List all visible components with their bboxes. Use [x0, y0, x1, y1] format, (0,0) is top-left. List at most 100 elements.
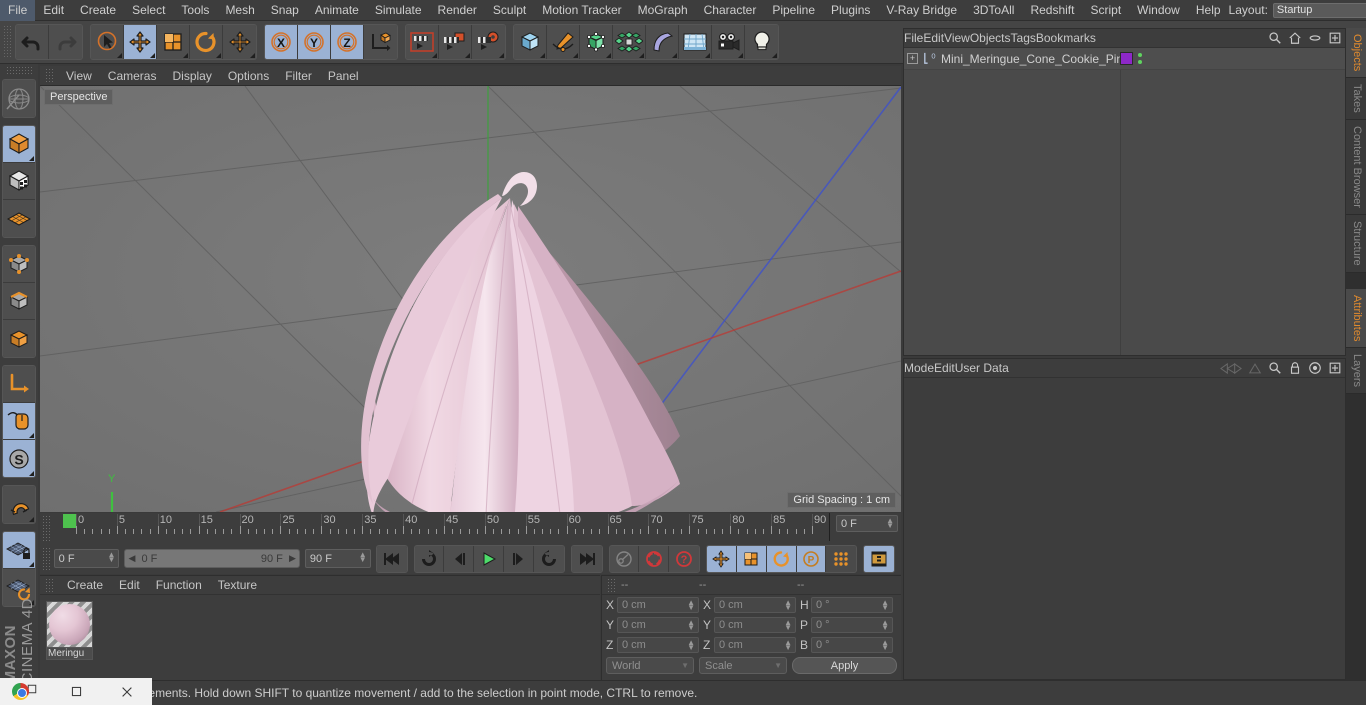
attribute-menu-edit[interactable]: Edit — [934, 361, 955, 375]
soft-selection-icon[interactable]: S — [3, 440, 35, 477]
key-param-icon[interactable]: P — [796, 545, 827, 572]
material-menu-edit[interactable]: Edit — [111, 576, 148, 595]
tab-layers[interactable]: Layers — [1346, 348, 1366, 395]
bend-deformer-icon[interactable] — [646, 25, 679, 59]
viewport-canvas[interactable]: Y Z X Perspective Grid Spacing : 1 cm — [40, 86, 901, 512]
object-menu-edit[interactable]: Edit — [923, 31, 944, 45]
x-axis-icon[interactable]: X — [265, 25, 298, 59]
camera-icon[interactable] — [712, 25, 745, 59]
viewport-menu-filter[interactable]: Filter — [277, 66, 320, 86]
menu-item-file[interactable]: File — [0, 0, 36, 21]
step-forward-icon[interactable] — [504, 545, 534, 572]
play-icon[interactable] — [474, 545, 505, 572]
make-editable-globe-icon[interactable] — [3, 80, 35, 117]
menu-item-redshift[interactable]: Redshift — [1022, 0, 1082, 21]
render-picture-viewer-icon[interactable] — [439, 25, 472, 59]
close-icon[interactable] — [101, 685, 152, 699]
undo-icon[interactable] — [16, 25, 49, 59]
coord-field-rotation-h[interactable]: 0 ° ▲ ▼ — [811, 597, 893, 613]
menu-item-script[interactable]: Script — [1082, 0, 1129, 21]
menu-item-v-ray-bridge[interactable]: V-Ray Bridge — [878, 0, 965, 21]
select-cursor-icon[interactable] — [91, 25, 124, 59]
left-toolbar-grip[interactable] — [6, 66, 32, 76]
spinner-icon[interactable]: ▲ ▼ — [687, 639, 695, 652]
material-item[interactable]: Meringu — [46, 601, 93, 660]
viewport-menu-display[interactable]: Display — [164, 66, 219, 86]
y-axis-icon[interactable]: Y — [298, 25, 331, 59]
menu-item-help[interactable]: Help — [1188, 0, 1229, 21]
attribute-menu-user-data[interactable]: User Data — [955, 361, 1009, 375]
spinner-icon[interactable]: ▲ ▼ — [881, 599, 889, 612]
lock-icon[interactable] — [1288, 361, 1302, 375]
restore-icon[interactable] — [51, 685, 102, 698]
viewport-menu-panel[interactable]: Panel — [320, 66, 367, 86]
layer-dots-icon[interactable] — [1138, 53, 1142, 64]
texture-mode-icon[interactable] — [3, 163, 35, 200]
coord-field-position-x[interactable]: 0 cm ▲ ▼ — [617, 597, 699, 613]
autokeying-icon[interactable]: ? — [669, 545, 700, 572]
material-menu-texture[interactable]: Texture — [210, 576, 265, 595]
coord-field-position-y[interactable]: 0 cm ▲ ▼ — [617, 617, 699, 633]
key-position-icon[interactable] — [707, 545, 737, 572]
range-end-arrow-icon[interactable]: ▶ — [289, 553, 296, 564]
menu-item-3dtoall[interactable]: 3DToAll — [965, 0, 1022, 21]
menu-item-render[interactable]: Render — [430, 0, 485, 21]
expand-icon[interactable] — [1328, 31, 1342, 45]
attribute-menu-mode[interactable]: Mode — [904, 361, 934, 375]
menu-item-simulate[interactable]: Simulate — [367, 0, 430, 21]
step-back-icon[interactable] — [444, 545, 475, 572]
current-frame-field[interactable]: 0 F ▲ ▼ — [53, 549, 120, 568]
magnet-icon[interactable] — [3, 486, 35, 523]
timeline-frame-field[interactable]: 0 F ▲ ▼ — [836, 515, 898, 532]
object-menu-tags[interactable]: Tags — [1011, 31, 1036, 45]
menu-item-tools[interactable]: Tools — [173, 0, 217, 21]
spinner-icon[interactable]: ▲ ▼ — [687, 599, 695, 612]
material-menu-create[interactable]: Create — [59, 576, 111, 595]
coord-field-size-z[interactable]: 0 cm ▲ ▼ — [714, 637, 796, 653]
key-pla-icon[interactable] — [826, 545, 857, 572]
attribute-content[interactable] — [904, 378, 1345, 679]
spinner-icon[interactable]: ▲ ▼ — [108, 551, 116, 564]
material-list[interactable]: Meringu — [40, 595, 600, 680]
array-icon[interactable] — [613, 25, 646, 59]
menu-item-window[interactable]: Window — [1129, 0, 1188, 21]
menu-item-pipeline[interactable]: Pipeline — [764, 0, 823, 21]
timeline-ruler[interactable]: 0 5 10 15 20 25 30 35 40 45 50 55 60 65 70 75 80 85 90 — [54, 513, 830, 541]
render-view-icon[interactable] — [406, 25, 439, 59]
expand-toggle-icon[interactable]: + — [907, 53, 918, 64]
menu-item-sculpt[interactable]: Sculpt — [485, 0, 534, 21]
tab-attributes[interactable]: Attributes — [1346, 288, 1366, 349]
key-scale-icon[interactable] — [736, 545, 767, 572]
next-keyframe-icon[interactable] — [533, 545, 564, 572]
back-nav-icon[interactable] — [1220, 362, 1242, 375]
menu-item-mesh[interactable]: Mesh — [217, 0, 262, 21]
spinner-icon[interactable]: ▲ ▼ — [784, 639, 792, 652]
viewport-menu-options[interactable]: Options — [220, 66, 277, 86]
menu-item-mograph[interactable]: MoGraph — [630, 0, 696, 21]
object-tree[interactable]: + 0 Mini_Meringue_Cone_Cookie_Pink — [904, 48, 1345, 355]
object-menu-file[interactable]: File — [904, 31, 923, 45]
expand-icon[interactable] — [1328, 361, 1342, 375]
move-icon[interactable] — [124, 25, 157, 59]
spline-pen-icon[interactable] — [547, 25, 580, 59]
menu-item-animate[interactable]: Animate — [307, 0, 367, 21]
spinner-icon[interactable]: ▲ ▼ — [687, 619, 695, 632]
forward-nav-icon[interactable] — [1248, 362, 1262, 375]
coord-field-rotation-b[interactable]: 0 ° ▲ ▼ — [811, 637, 893, 653]
object-menu-view[interactable]: View — [944, 31, 970, 45]
coordinates-grip[interactable] — [607, 578, 616, 592]
spinner-icon[interactable]: ▲ ▼ — [881, 619, 889, 632]
menu-item-select[interactable]: Select — [124, 0, 173, 21]
go-to-end-icon[interactable] — [571, 545, 602, 572]
coord-field-position-z[interactable]: 0 cm ▲ ▼ — [617, 637, 699, 653]
go-to-start-icon[interactable] — [376, 545, 407, 572]
tab-takes[interactable]: Takes — [1346, 78, 1366, 121]
search-icon[interactable] — [1268, 361, 1282, 375]
spinner-icon[interactable]: ▲ ▼ — [886, 517, 894, 530]
object-menu-bookmarks[interactable]: Bookmarks — [1036, 31, 1096, 45]
ellipse-icon[interactable] — [1308, 31, 1322, 45]
target-icon[interactable] — [1308, 361, 1322, 375]
menu-item-create[interactable]: Create — [72, 0, 124, 21]
model-mode-icon[interactable] — [3, 126, 35, 163]
floor-environment-icon[interactable] — [679, 25, 712, 59]
